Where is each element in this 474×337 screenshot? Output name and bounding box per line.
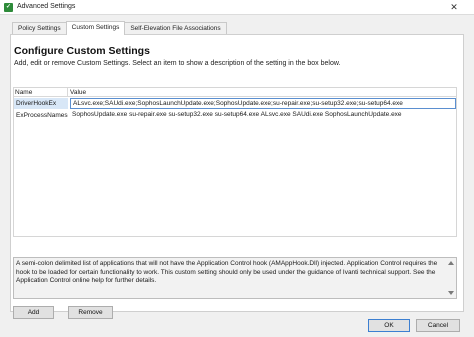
column-header-name[interactable]: Name (14, 88, 68, 97)
setting-description-box: A semi-colon delimited list of applicati… (13, 257, 457, 299)
cancel-button[interactable]: Cancel (416, 319, 460, 332)
ok-button[interactable]: OK (368, 319, 410, 332)
close-icon[interactable]: ✕ (434, 0, 474, 14)
panel-heading: Configure Custom Settings (14, 45, 150, 57)
table-row[interactable]: DriverHookEx ALsvc.exe;SAUdi.exe;SophosL… (14, 98, 456, 109)
description-scrollbar[interactable] (447, 259, 455, 297)
table-row[interactable]: ExProcessNames SophosUpdate.exe su-repai… (14, 110, 456, 121)
panel-description: Add, edit or remove Custom Settings. Sel… (14, 60, 341, 67)
custom-settings-grid: Name Value DriverHookEx ALsvc.exe;SAUdi.… (13, 87, 457, 237)
dialog-body: Policy Settings Custom Settings Self-Ele… (0, 15, 474, 337)
setting-value-cell[interactable]: SophosUpdate.exe su-repair.exe su-setup3… (70, 110, 456, 121)
title-bar: ✓ Advanced Settings ✕ (0, 0, 474, 15)
tab-custom-settings[interactable]: Custom Settings (65, 21, 126, 35)
scroll-up-icon[interactable] (448, 261, 454, 265)
grid-header: Name Value (14, 88, 456, 97)
setting-name-cell[interactable]: ExProcessNames (14, 110, 68, 121)
add-button[interactable]: Add (13, 306, 54, 319)
setting-value-field[interactable]: ALsvc.exe;SAUdi.exe;SophosLaunchUpdate.e… (70, 98, 456, 109)
setting-description-text: A semi-colon delimited list of applicati… (16, 260, 438, 285)
app-icon: ✓ (4, 3, 13, 12)
column-header-value[interactable]: Value (70, 88, 86, 97)
custom-settings-panel: Configure Custom Settings Add, edit or r… (10, 34, 464, 319)
setting-name-cell[interactable]: DriverHookEx (14, 98, 68, 109)
window-title: Advanced Settings (17, 3, 76, 10)
remove-button[interactable]: Remove (68, 306, 113, 319)
tab-strip: Policy Settings Custom Settings Self-Ele… (12, 21, 227, 35)
scroll-down-icon[interactable] (448, 291, 454, 295)
